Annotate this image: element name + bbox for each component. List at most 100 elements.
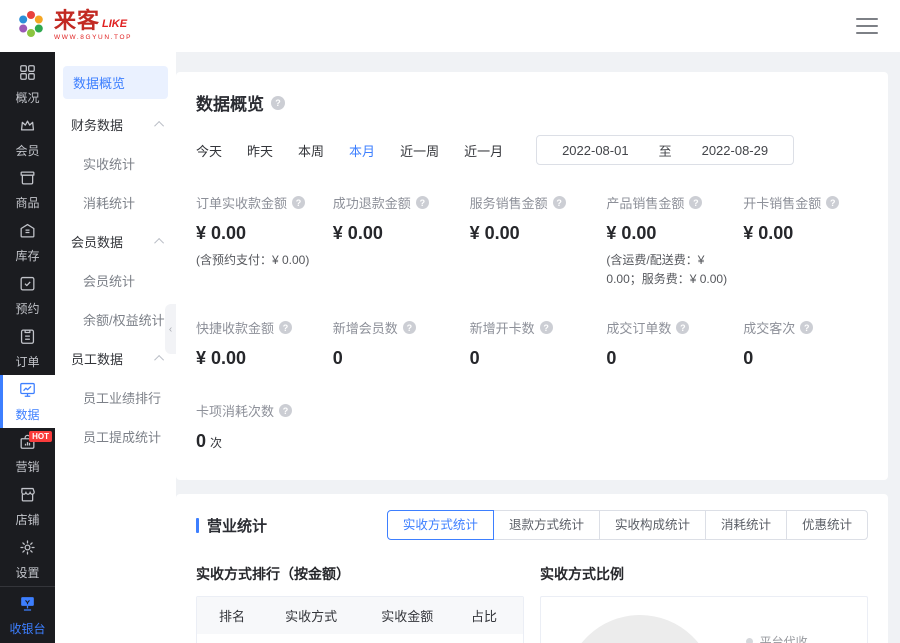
dashboard-icon [18,63,37,85]
rail-item-overview[interactable]: 概况 [0,58,55,111]
date-end: 2022-08-29 [702,143,769,158]
booking-check-icon [18,274,37,296]
stat-card-consumption: 卡项消耗次数? 0次 [196,401,321,452]
sidebar-item-balance-stats[interactable]: 余额/权益统计 [63,300,168,339]
hot-badge: HOT [29,431,52,443]
help-icon[interactable]: ? [292,196,305,209]
top-header: 来客 LIKE WWW.8GYUN.TOP [0,0,900,52]
rail-item-inventory[interactable]: 库存 [0,216,55,269]
filter-today[interactable]: 今天 [196,141,222,160]
stat-order-income: 订单实收款金额? ¥ 0.00 (含预约支付：¥ 0.00) [196,193,321,288]
date-separator: 至 [659,141,672,160]
date-filter-bar: 今天 昨天 本周 本月 近一周 近一月 2022-08-01 至 2022-08… [196,135,868,165]
help-icon[interactable]: ? [271,96,285,110]
chevron-up-icon [154,121,164,131]
tab-income-composition[interactable]: 实收构成统计 [599,510,706,540]
chevron-up-icon [154,355,164,365]
sidebar-collapse-handle[interactable]: ‹ [165,304,176,354]
section-title: 营业统计 [196,515,267,536]
stats-row-2: 快捷收款金额? ¥ 0.00 新增会员数? 0 新增开卡数? 0 成交订单数? … [196,318,868,369]
help-icon[interactable]: ? [540,321,553,334]
primary-nav-rail: 概况 会员 商品 库存 [0,52,55,643]
stat-deal-orders: 成交订单数? 0 [606,318,731,369]
help-icon[interactable]: ? [553,196,566,209]
help-icon[interactable]: ? [279,321,292,334]
rail-item-marketing[interactable]: HOT 营销 [0,428,55,481]
hamburger-menu-icon[interactable] [856,18,878,34]
help-icon[interactable]: ? [689,196,702,209]
page-title: 数据概览 [196,90,264,115]
sidebar-item-member-stats[interactable]: 会员统计 [63,261,168,300]
donut-chart: 总金额 ¥ 0.00 [565,615,715,643]
rail-item-data[interactable]: 数据 [0,375,55,428]
pie-legend: 平台代收 线上微信支付 现金 其他 微信（记账） 支付宝（记账） POS机（记账… [746,633,849,643]
rank-table-header: 排名 实收方式 实收金额 占比 [197,597,523,634]
cashier-icon [18,594,37,616]
rank-title: 实收方式排行（按金额） [196,564,524,584]
brand-logo: 来客 LIKE WWW.8GYUN.TOP [14,7,132,46]
sidebar-item-staff-ranking[interactable]: 员工业绩排行 [63,378,168,417]
warehouse-icon [18,221,37,243]
stat-quick-payment: 快捷收款金额? ¥ 0.00 [196,318,321,369]
storefront-icon [18,485,37,507]
filter-last-week[interactable]: 近一周 [400,141,439,160]
overview-card: 数据概览 ? 今天 昨天 本周 本月 近一周 近一月 2022-08-01 至 … [176,72,888,480]
stat-tabs: 实收方式统计 退款方式统计 实收构成统计 消耗统计 优惠统计 [387,510,868,540]
empty-state: 暂无数据 [197,634,523,643]
sidebar-group-member-data[interactable]: 会员数据 [63,222,168,261]
legend-item[interactable]: 平台代收 [746,633,845,643]
stats-row-3: 卡项消耗次数? 0次 [196,401,868,452]
brand-url: WWW.8GYUN.TOP [54,35,132,42]
help-icon[interactable]: ? [416,196,429,209]
sidebar-item-staff-commission[interactable]: 员工提成统计 [63,417,168,456]
income-rank-panel: 实收方式排行（按金额） 排名 实收方式 实收金额 占比 [196,564,524,643]
rail-item-orders[interactable]: 订单 [0,322,55,375]
help-icon[interactable]: ? [826,196,839,209]
order-clipboard-icon [18,327,37,349]
rail-item-booking[interactable]: 预约 [0,269,55,322]
help-icon[interactable]: ? [279,404,292,417]
stat-refund: 成功退款金额? ¥ 0.00 [333,193,458,288]
help-icon[interactable]: ? [403,321,416,334]
stats-row-1: 订单实收款金额? ¥ 0.00 (含预约支付：¥ 0.00) 成功退款金额? ¥… [196,193,868,288]
help-icon[interactable]: ? [676,321,689,334]
filter-yesterday[interactable]: 昨天 [247,141,273,160]
sidebar-item-consumption-stats[interactable]: 消耗统计 [63,183,168,222]
stat-service-sales: 服务销售金额? ¥ 0.00 [470,193,595,288]
sidebar-group-staff-data[interactable]: 员工数据 [63,339,168,378]
filter-this-month[interactable]: 本月 [349,141,375,160]
tab-refund-method[interactable]: 退款方式统计 [493,510,600,540]
sidebar-item-data-overview[interactable]: 数据概览 [63,66,168,99]
secondary-sidebar: 数据概览 财务数据 实收统计 消耗统计 会员数据 会员统计 余额/权益统计 员工… [55,52,176,643]
brand-pinwheel-icon [14,7,48,46]
stat-new-cards: 新增开卡数? 0 [470,318,595,369]
gear-icon [18,538,37,560]
help-icon[interactable]: ? [800,321,813,334]
stat-product-sales: 产品销售金额? ¥ 0.00 (含运费/配送费：¥ 0.00；服务费：¥ 0.0… [606,193,731,288]
pie-title: 实收方式比例 [540,564,868,584]
brand-name-en: LIKE [102,19,127,32]
sidebar-item-income-stats[interactable]: 实收统计 [63,144,168,183]
rank-table: 排名 实收方式 实收金额 占比 [196,596,524,643]
stat-new-members: 新增会员数? 0 [333,318,458,369]
main-content: 数据概览 ? 今天 昨天 本周 本月 近一周 近一月 2022-08-01 至 … [176,52,900,643]
rail-item-cashier[interactable]: 收银台 [0,587,55,643]
rail-item-goods[interactable]: 商品 [0,164,55,217]
rail-item-settings[interactable]: 设置 [0,533,55,586]
sidebar-group-finance[interactable]: 财务数据 [63,105,168,144]
date-range-picker[interactable]: 2022-08-01 至 2022-08-29 [536,135,794,165]
goods-box-icon [18,168,37,190]
data-monitor-icon [18,380,37,402]
title-accent-bar [196,518,199,533]
business-stats-card: 营业统计 实收方式统计 退款方式统计 实收构成统计 消耗统计 优惠统计 实收方式… [176,494,888,643]
filter-last-month[interactable]: 近一月 [464,141,503,160]
brand-name-cn: 来客 [54,10,100,32]
tab-income-method[interactable]: 实收方式统计 [387,510,494,540]
filter-this-week[interactable]: 本周 [298,141,324,160]
rail-item-shop[interactable]: 店铺 [0,480,55,533]
rail-footer: 收银台 [0,586,55,643]
income-ratio-panel: 实收方式比例 总金额 ¥ 0.00 平台代收 线上微信支付 现金 [540,564,868,643]
tab-consumption[interactable]: 消耗统计 [705,510,787,540]
rail-item-members[interactable]: 会员 [0,111,55,164]
tab-discount[interactable]: 优惠统计 [786,510,868,540]
